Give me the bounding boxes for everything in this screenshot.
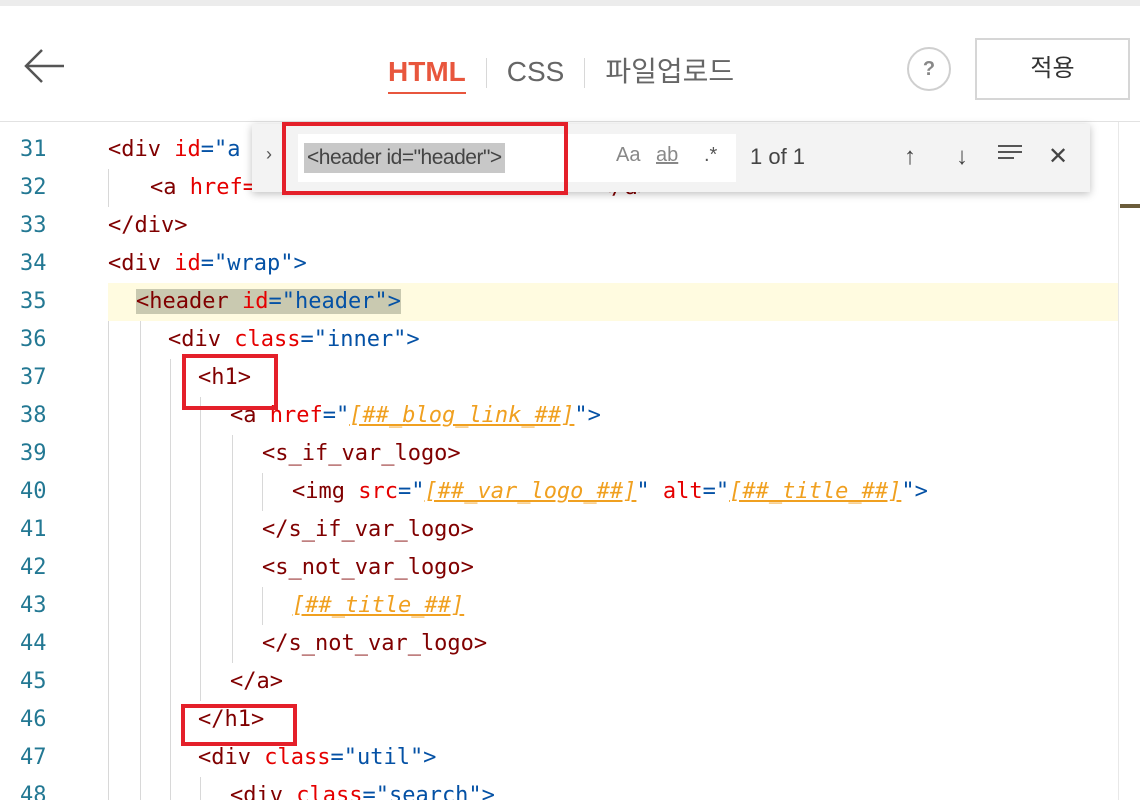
- scrollbar-match-marker: [1120, 204, 1140, 208]
- annotation-box-find-query: [282, 122, 568, 195]
- tab-file-upload[interactable]: 파일업로드: [605, 54, 734, 94]
- indent-guide: [108, 169, 109, 207]
- annotation-box-h1-close: [181, 704, 297, 746]
- find-in-selection-icon[interactable]: [994, 140, 1026, 174]
- indent-guide: [262, 587, 263, 625]
- indent-guide: [200, 777, 201, 800]
- code-line-44: </s_not_var_logo>: [262, 631, 488, 656]
- code-line-40: <img src="[##_var_logo_##]" alt="[##_tit…: [292, 479, 928, 504]
- previous-match-arrow-up-icon[interactable]: ↑: [894, 140, 926, 174]
- indent-guide: [170, 359, 171, 800]
- code-line-48: <div class="search">: [230, 783, 495, 800]
- apply-button[interactable]: 적용: [975, 38, 1130, 100]
- code-line-45: </a>: [230, 669, 283, 694]
- indent-guide: [140, 321, 141, 800]
- editor-toolbar: HTML CSS 파일업로드 ? 적용: [0, 0, 1140, 122]
- tab-divider: [485, 58, 487, 88]
- indent-guide: [232, 435, 233, 663]
- code-line-41: </s_if_var_logo>: [262, 517, 474, 542]
- code-line-38: <a href="[##_blog_link_##]">: [230, 403, 601, 428]
- tab-html[interactable]: HTML: [388, 54, 466, 94]
- code-line-39: <s_if_var_logo>: [262, 441, 461, 466]
- editor-tabs: HTML CSS 파일업로드: [388, 54, 734, 94]
- regex-icon[interactable]: .*: [704, 144, 717, 167]
- indent-guide: [262, 473, 263, 511]
- code-area[interactable]: <div id="a <a href= </a> </div> <div id=…: [0, 122, 1140, 800]
- indent-guide: [200, 397, 201, 701]
- next-match-arrow-down-icon[interactable]: ↓: [946, 140, 978, 174]
- indent-guide: [108, 283, 109, 800]
- vertical-scrollbar[interactable]: [1118, 122, 1119, 800]
- match-count: 1 of 1: [750, 144, 806, 169]
- help-icon[interactable]: ?: [907, 47, 951, 91]
- code-editor[interactable]: 31 32 33 34 35 36 37 38 39 40 41 42 43 4…: [0, 122, 1140, 800]
- tab-css[interactable]: CSS: [507, 54, 565, 94]
- tab-divider: [584, 58, 586, 88]
- code-line-32: <a href=: [150, 175, 256, 200]
- code-line-33: </div>: [108, 213, 188, 238]
- code-line-34: <div id="wrap">: [108, 251, 307, 276]
- code-line-43: [##_title_##]: [292, 593, 465, 618]
- match-case-icon[interactable]: Aa: [616, 144, 640, 167]
- back-arrow-icon[interactable]: [22, 46, 66, 86]
- code-line-42: <s_not_var_logo>: [262, 555, 474, 580]
- code-line-35: <header id="header">: [136, 283, 401, 321]
- close-icon[interactable]: ✕: [1042, 140, 1074, 174]
- code-line-31: <div id="a: [108, 137, 241, 162]
- match-whole-word-icon[interactable]: ab: [656, 144, 678, 167]
- find-match-highlight: <header id="header">: [136, 289, 401, 314]
- toggle-replace-chevron-icon[interactable]: ›: [266, 144, 272, 165]
- annotation-box-h1-open: [182, 354, 278, 410]
